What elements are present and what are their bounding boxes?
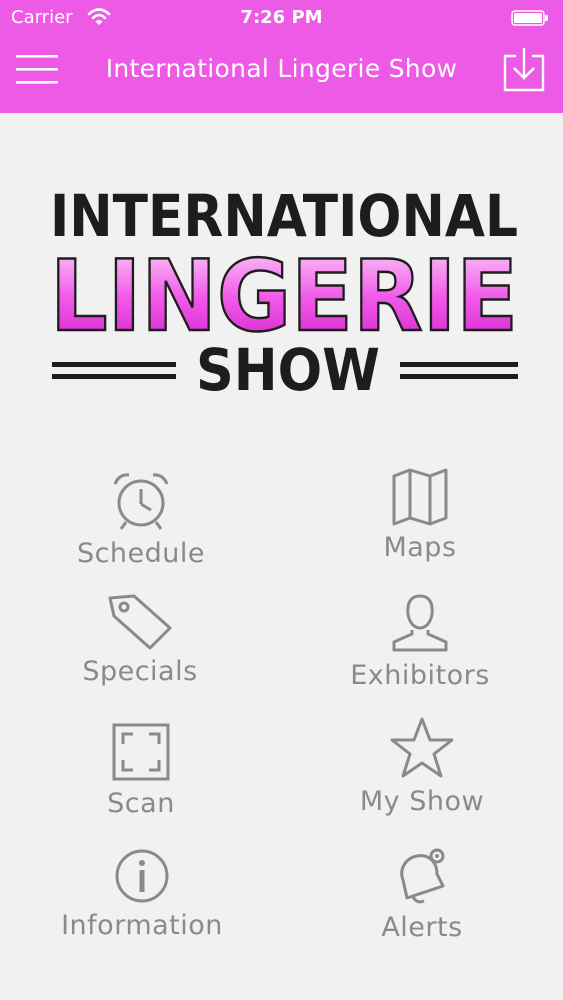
download-icon[interactable] <box>502 46 546 92</box>
nav-bar: International Lingerie Show <box>0 36 563 113</box>
menu-item-label: Exhibitors <box>350 660 490 691</box>
menu-item-label: Specials <box>82 656 198 687</box>
show-logo: INTERNATIONAL LINGERIE SHOW <box>49 182 520 400</box>
info-icon <box>115 849 169 903</box>
tag-icon <box>108 594 172 650</box>
bell-icon <box>400 848 445 904</box>
menu-item-schedule[interactable]: Schedule <box>11 470 271 569</box>
menu-item-scan[interactable]: Scan <box>11 722 271 819</box>
battery-icon <box>511 10 548 26</box>
menu-item-specials[interactable]: Specials <box>10 592 270 687</box>
star-icon <box>390 717 454 778</box>
menu-item-label: Scan <box>107 788 175 819</box>
logo-line-show: SHOW <box>196 336 380 400</box>
person-icon <box>392 594 448 652</box>
menu-item-label: Alerts <box>381 912 463 943</box>
menu-item-information[interactable]: Information <box>12 848 272 941</box>
map-icon <box>392 468 448 526</box>
alarm-clock-icon <box>113 473 169 530</box>
page-title: International Lingerie Show <box>105 54 458 83</box>
menu-item-label: Information <box>61 910 223 941</box>
menu-item-alerts[interactable]: Alerts <box>292 846 552 943</box>
menu-item-maps[interactable]: Maps <box>290 468 550 563</box>
status-bar: Carrier 7:26 PM <box>0 0 563 36</box>
menu-item-exhibitors[interactable]: Exhibitors <box>290 592 550 691</box>
menu-item-label: Schedule <box>76 538 206 569</box>
status-time: 7:26 PM <box>240 7 323 28</box>
menu-item-my-show[interactable]: My Show <box>292 716 552 817</box>
menu-item-label: Maps <box>383 532 457 563</box>
menu-item-label: My Show <box>359 786 485 817</box>
top-bar: Carrier 7:26 PM International Lingerie S… <box>0 0 563 113</box>
scan-frame-icon <box>112 723 170 781</box>
